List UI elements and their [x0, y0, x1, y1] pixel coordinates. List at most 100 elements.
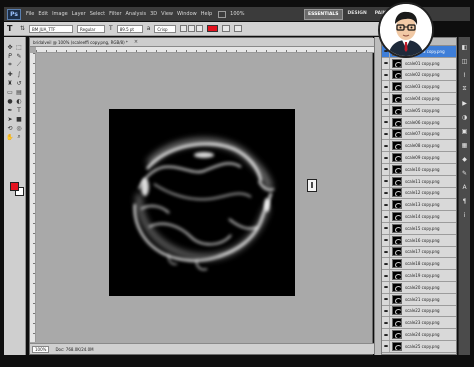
quick-select-icon[interactable]: ✎ — [15, 52, 23, 60]
stamp-icon[interactable]: ♜ — [6, 79, 14, 87]
eraser-icon[interactable]: ▭ — [6, 88, 14, 96]
layer-row[interactable]: scale11 copy.png — [382, 175, 456, 188]
layer-row[interactable]: scale17 copy.png — [382, 246, 456, 259]
menu-image[interactable]: Image — [52, 11, 68, 17]
visibility-eye-icon[interactable] — [382, 317, 390, 329]
visibility-eye-icon[interactable] — [382, 305, 390, 317]
font-family-select[interactable]: BM JUA_TTF — [29, 24, 74, 33]
layer-row[interactable]: scale19 copy.png — [382, 270, 456, 282]
brush-icon[interactable]: ∫ — [15, 70, 23, 78]
panel-dock-strip[interactable] — [374, 37, 381, 355]
visibility-eye-icon[interactable] — [382, 199, 390, 211]
visibility-eye-icon[interactable] — [382, 116, 390, 128]
brush-panel-icon[interactable]: ✎ — [461, 169, 469, 177]
visibility-eye-icon[interactable] — [382, 270, 390, 281]
visibility-eye-icon[interactable] — [382, 340, 390, 352]
document-tab[interactable]: bridalveil @ 100% (scaleeffi copy.png, R… — [30, 38, 374, 47]
horizontal-ruler[interactable] — [36, 47, 374, 53]
paragraph-icon[interactable]: ¶ — [461, 197, 469, 205]
layer-row[interactable]: scale05 copy.png — [382, 104, 456, 117]
menu-layer[interactable]: Layer — [72, 11, 86, 17]
visibility-eye-icon[interactable] — [382, 57, 390, 69]
visibility-eye-icon[interactable] — [382, 187, 390, 199]
3d-orbit-icon[interactable]: ◎ — [15, 124, 23, 132]
layer-row[interactable]: scale16 copy.png — [382, 234, 456, 247]
visibility-eye-icon[interactable] — [382, 93, 390, 104]
swatches-icon[interactable]: ▦ — [461, 141, 469, 149]
visibility-eye-icon[interactable] — [382, 329, 390, 340]
image-canvas[interactable] — [109, 109, 295, 296]
type-tool-icon[interactable]: T — [7, 24, 16, 33]
layer-row[interactable]: scale09 copy.png — [382, 152, 456, 164]
visibility-eye-icon[interactable] — [382, 258, 390, 270]
font-style-select[interactable]: Regular — [77, 24, 106, 33]
3d-rotate-icon[interactable]: ⟲ — [6, 124, 14, 132]
layer-row[interactable]: scale18 copy.png — [382, 258, 456, 271]
path-select-icon[interactable]: ➤ — [6, 115, 14, 123]
visibility-eye-icon[interactable] — [382, 246, 390, 258]
layer-row[interactable]: scale03 copy.png — [382, 81, 456, 94]
styles-icon[interactable]: ◆ — [461, 155, 469, 163]
layer-row[interactable]: scale22 copy.png — [382, 305, 456, 318]
type-icon[interactable]: T — [15, 106, 23, 114]
antialias-select[interactable]: Crisp — [154, 24, 177, 33]
align-center-icon[interactable] — [188, 25, 196, 32]
adjustments-icon[interactable]: ◑ — [461, 113, 469, 121]
masks-icon[interactable]: ▣ — [461, 127, 469, 135]
visibility-eye-icon[interactable] — [382, 152, 390, 163]
layer-row[interactable]: scale10 copy.png — [382, 163, 456, 176]
history-icon[interactable]: ⧖ — [461, 85, 469, 93]
visibility-eye-icon[interactable] — [382, 175, 390, 187]
menu-analysis[interactable]: Analysis — [126, 11, 147, 17]
menu-edit[interactable]: Edit — [38, 11, 48, 17]
dodge-icon[interactable]: ◐ — [15, 97, 23, 105]
layer-row[interactable]: scale20 copy.png — [382, 281, 456, 294]
layer-row[interactable]: scale04 copy.png — [382, 93, 456, 105]
character-icon[interactable]: A — [461, 183, 469, 191]
shape-icon[interactable]: ■ — [15, 115, 23, 123]
visibility-eye-icon[interactable] — [382, 81, 390, 93]
orientation-toggle-icon[interactable]: ⇅ — [20, 25, 25, 32]
document-info[interactable]: Doc: 768.0K/24.0M — [55, 347, 93, 352]
status-zoom[interactable]: 100% — [32, 345, 50, 353]
layer-row[interactable]: scale13 copy.png — [382, 199, 456, 212]
visibility-eye-icon[interactable] — [382, 69, 390, 81]
menu-help[interactable]: Help — [201, 11, 212, 17]
visibility-eye-icon[interactable] — [382, 293, 390, 305]
workspace-essentials[interactable]: ESSENTIALS — [304, 9, 343, 20]
workspace-design[interactable]: DESIGN — [345, 9, 370, 20]
close-icon[interactable]: × — [134, 39, 138, 45]
lasso-icon[interactable]: ᑭ — [6, 52, 14, 60]
actions-icon[interactable]: ▶ — [461, 99, 469, 107]
move-icon[interactable]: ✥ — [6, 43, 14, 51]
visibility-eye-icon[interactable] — [382, 140, 390, 152]
channels-icon[interactable]: ◫ — [461, 57, 469, 65]
menu-view[interactable]: View — [161, 11, 173, 17]
layer-row[interactable]: scale21 copy.png — [382, 293, 456, 306]
layer-row[interactable]: scale08 copy.png — [382, 140, 456, 153]
layer-row[interactable]: scale02 copy.png — [382, 69, 456, 82]
visibility-eye-icon[interactable] — [382, 234, 390, 246]
align-left-icon[interactable] — [180, 25, 188, 32]
visibility-eye-icon[interactable] — [382, 281, 390, 293]
layer-row[interactable]: scale06 copy.png — [382, 116, 456, 129]
marquee-icon[interactable]: ⬚ — [15, 43, 23, 51]
layer-row[interactable]: scale07 copy.png — [382, 128, 456, 141]
bridge-icon[interactable] — [218, 10, 227, 18]
menu-select[interactable]: Select — [90, 11, 105, 17]
foreground-color-swatch[interactable] — [10, 182, 19, 191]
layer-row[interactable]: scale24 copy.png — [382, 329, 456, 341]
vertical-ruler[interactable] — [30, 53, 36, 342]
paths-icon[interactable]: ⌇ — [461, 71, 469, 79]
history-brush-icon[interactable]: ↺ — [15, 79, 23, 87]
layer-row[interactable]: scale23 copy.png — [382, 317, 456, 330]
menu-file[interactable]: File — [26, 11, 34, 17]
visibility-eye-icon[interactable] — [382, 104, 390, 116]
zoom-level[interactable]: 100% — [230, 11, 244, 17]
layer-row[interactable]: scale15 copy.png — [382, 222, 456, 235]
warp-text-icon[interactable] — [222, 25, 231, 32]
pen-icon[interactable]: ✒ — [6, 106, 14, 114]
blur-icon[interactable]: ● — [6, 97, 14, 105]
gradient-icon[interactable]: ▤ — [15, 88, 23, 96]
zoom-icon[interactable]: ⌕ — [15, 133, 23, 141]
